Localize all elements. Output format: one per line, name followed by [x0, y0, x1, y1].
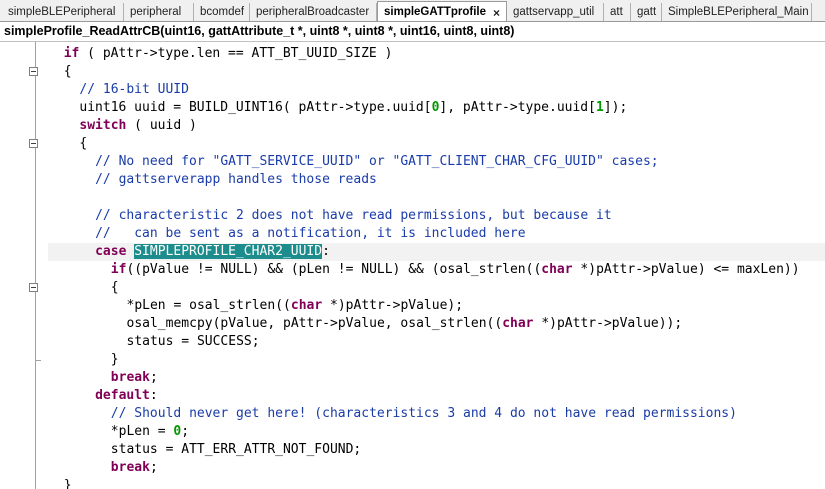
code-token: switch	[79, 118, 127, 133]
tab-label: gattservapp_util	[513, 6, 595, 18]
code-token: *)pAttr->pValue));	[533, 316, 683, 331]
code-line[interactable]: default:	[48, 387, 825, 405]
editor-tab-bar: simpleBLEPeripheral peripheral bcomdef peri…	[0, 0, 825, 22]
code-token: uint16 uuid = BUILD_UINT16( pAttr->type.…	[79, 100, 432, 115]
code-token: status = SUCCESS;	[126, 334, 260, 349]
code-editor[interactable]: if ( pAttr->type.len == ATT_BT_UUID_SIZE…	[0, 42, 825, 489]
code-line[interactable]: *pLen = 0;	[48, 423, 825, 441]
code-line[interactable]: status = ATT_ERR_ATTR_NOT_FOUND;	[48, 441, 825, 459]
code-token: {	[63, 64, 72, 79]
code-token: // can be sent as a notification, it is …	[95, 226, 526, 241]
function-signature-bar[interactable]: simpleProfile_ReadAttrCB(uint16, gattAtt…	[0, 22, 825, 42]
code-line[interactable]: {	[48, 135, 825, 153]
code-line[interactable]: *pLen = osal_strlen((char *)pAttr->pValu…	[48, 297, 825, 315]
tab-simplegattprofile[interactable]: simpleGATTprofile ×	[377, 1, 507, 21]
tab-label: peripheralBroadcaster	[256, 6, 370, 18]
code-token: if	[110, 262, 127, 277]
code-token: osal_memcpy(pValue, pAttr->pValue, osal_…	[126, 316, 503, 331]
code-token: char	[290, 298, 323, 313]
function-signature: simpleProfile_ReadAttrCB(uint16, gattAtt…	[4, 24, 515, 38]
code-line[interactable]: break;	[48, 459, 825, 477]
tab-peripheralbroadcaster[interactable]: peripheralBroadcaster	[250, 3, 377, 21]
code-line[interactable]: if ( pAttr->type.len == ATT_BT_UUID_SIZE…	[48, 45, 825, 63]
tab-simplebleperipheral[interactable]: simpleBLEPeripheral	[2, 3, 124, 21]
code-token: char	[541, 262, 573, 277]
code-token: // No need for "GATT_SERVICE_UUID" or "G…	[95, 154, 659, 169]
code-line[interactable]: status = SUCCESS;	[48, 333, 825, 351]
code-line[interactable]: // can be sent as a notification, it is …	[48, 225, 825, 243]
code-token: *pLen =	[110, 424, 174, 439]
tab-label: SimpleBLEPeripheral_Main	[668, 6, 809, 18]
code-token: // gattserverapp handles those reads	[95, 172, 377, 187]
tab-bcomdef[interactable]: bcomdef	[194, 3, 250, 21]
close-icon[interactable]: ×	[493, 6, 500, 20]
code-line[interactable]: {	[48, 279, 825, 297]
code-area[interactable]: if ( pAttr->type.len == ATT_BT_UUID_SIZE…	[48, 42, 825, 489]
code-token: // characteristic 2 does not have read p…	[95, 208, 612, 223]
tab-label: att	[610, 6, 623, 18]
tab-peripheral[interactable]: peripheral	[124, 3, 194, 21]
code-token: // Should never get here! (characteristi…	[110, 406, 737, 421]
code-token: default	[95, 388, 150, 403]
code-line[interactable]: osal_memcpy(pValue, pAttr->pValue, osal_…	[48, 315, 825, 333]
code-line[interactable]: // characteristic 2 does not have read p…	[48, 207, 825, 225]
tab-label: simpleBLEPeripheral	[8, 6, 116, 18]
code-line[interactable]: switch ( uuid )	[48, 117, 825, 135]
fold-guide-line	[35, 42, 36, 489]
code-token: {	[79, 136, 88, 151]
code-line[interactable]: // 16-bit UUID	[48, 81, 825, 99]
code-token: if	[63, 46, 80, 61]
code-token: *)pAttr->pValue);	[322, 298, 464, 313]
fold-end-marker	[35, 360, 41, 361]
code-line[interactable]: case SIMPLEPROFILE_CHAR2_UUID:	[48, 243, 825, 261]
code-line[interactable]: // gattserverapp handles those reads	[48, 171, 825, 189]
fold-margin	[24, 42, 48, 489]
code-token: {	[110, 280, 119, 295]
code-token: }	[63, 478, 72, 489]
code-token: ( uuid )	[126, 118, 197, 133]
fold-toggle-icon[interactable]	[29, 283, 38, 292]
code-token: break	[110, 370, 150, 385]
code-token: ], pAttr->type.uuid[	[439, 100, 596, 115]
code-line[interactable]: if((pValue != NULL) && (pLen != NULL) &&…	[48, 261, 825, 279]
tab-gattservapp-util[interactable]: gattservapp_util	[507, 3, 604, 21]
code-line[interactable]: // Should never get here! (characteristi…	[48, 405, 825, 423]
tab-label: simpleGATTprofile	[384, 6, 487, 18]
code-line[interactable]: // No need for "GATT_SERVICE_UUID" or "G…	[48, 153, 825, 171]
code-token: ;	[149, 460, 158, 475]
tab-att[interactable]: att	[604, 3, 631, 21]
code-token: }	[110, 352, 119, 367]
fold-toggle-icon[interactable]	[29, 139, 38, 148]
code-token: ;	[181, 424, 190, 439]
code-token: ( pAttr->type.len == ATT_BT_UUID_SIZE )	[79, 46, 393, 61]
code-line[interactable]: }	[48, 477, 825, 489]
code-token: ]);	[603, 100, 628, 115]
code-line[interactable]: {	[48, 63, 825, 81]
tab-simplebleperipheral-main[interactable]: SimpleBLEPeripheral_Main	[662, 3, 812, 21]
code-token: char	[502, 316, 534, 331]
line-gutter	[0, 42, 24, 489]
code-token: *)pAttr->pValue) <= maxLen))	[572, 262, 800, 277]
tab-label: bcomdef	[200, 6, 245, 18]
tab-label: gatt	[637, 6, 657, 18]
code-token: *pLen = osal_strlen((	[126, 298, 291, 313]
code-line[interactable]	[48, 189, 825, 207]
code-token: // 16-bit UUID	[79, 82, 189, 97]
code-token: break	[110, 460, 150, 475]
code-token: case	[95, 244, 127, 259]
selected-text: SIMPLEPROFILE_CHAR2_UUID	[134, 244, 323, 259]
code-token: 1	[595, 100, 604, 115]
code-line[interactable]: uint16 uuid = BUILD_UINT16( pAttr->type.…	[48, 99, 825, 117]
code-token: ((pValue != NULL) && (pLen != NULL) && (…	[126, 262, 542, 277]
code-token: ;	[149, 370, 158, 385]
code-token: :	[322, 244, 330, 259]
code-token: :	[149, 388, 158, 403]
code-token: status = ATT_ERR_ATTR_NOT_FOUND;	[110, 442, 362, 457]
fold-toggle-icon[interactable]	[29, 67, 38, 76]
code-line[interactable]: break;	[48, 369, 825, 387]
tab-gatt[interactable]: gatt	[631, 3, 662, 21]
tab-label: peripheral	[130, 6, 182, 18]
code-line[interactable]: }	[48, 351, 825, 369]
